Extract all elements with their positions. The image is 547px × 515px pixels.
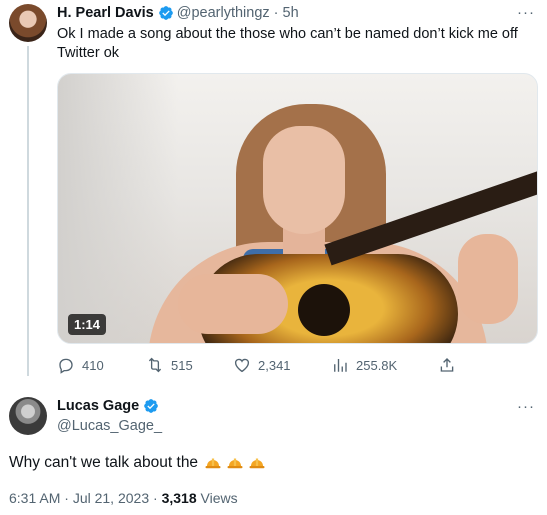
video-player[interactable]: 1:14 bbox=[57, 73, 538, 344]
thread-line bbox=[27, 46, 29, 376]
hard-hat-emoji-icon bbox=[227, 458, 243, 469]
separator-dot: · bbox=[153, 490, 158, 506]
retweet-icon bbox=[148, 357, 162, 373]
retweet-count: 515 bbox=[171, 357, 193, 373]
analytics-icon bbox=[334, 359, 347, 372]
share-button[interactable] bbox=[438, 356, 463, 374]
verified-badge-icon bbox=[144, 399, 159, 413]
views-button[interactable]: 255.8K bbox=[331, 356, 397, 374]
video-frame-face bbox=[263, 126, 345, 234]
reply-icon bbox=[59, 358, 73, 374]
tweet-actions: 410 515 2,341 255.8K bbox=[57, 356, 457, 376]
reply-count: 410 bbox=[82, 357, 104, 373]
tweet-metadata: 6:31 AM · Jul 21, 2023 · 3,318 Views bbox=[9, 490, 238, 506]
video-frame-hand bbox=[178, 274, 288, 334]
view-count: 255.8K bbox=[356, 357, 398, 373]
tweet-text-content: Why can't we talk about the bbox=[9, 454, 199, 471]
share-icon bbox=[440, 358, 454, 372]
tweet-header: H. Pearl Davis @pearlythingz · 5h bbox=[57, 5, 299, 21]
author-row: Lucas Gage bbox=[57, 398, 162, 414]
video-frame-soundhole bbox=[298, 284, 350, 336]
video-frame-hand bbox=[458, 234, 518, 324]
like-button[interactable]: 2,341 bbox=[233, 356, 291, 374]
more-options-icon[interactable]: ··· bbox=[517, 4, 535, 21]
author-name[interactable]: H. Pearl Davis bbox=[57, 5, 154, 21]
verified-badge-icon bbox=[158, 6, 173, 20]
author-name[interactable]: Lucas Gage bbox=[57, 398, 139, 414]
views-label: Views bbox=[200, 490, 238, 506]
like-count: 2,341 bbox=[258, 357, 291, 373]
author-handle[interactable]: @pearlythingz bbox=[177, 5, 270, 21]
views-count: 3,318 bbox=[161, 490, 197, 506]
hard-hat-emoji-icon bbox=[249, 458, 265, 469]
tweet-text: Why can't we talk about the bbox=[9, 454, 266, 472]
tweet-text: Ok I made a song about the those who can… bbox=[57, 26, 518, 61]
avatar[interactable] bbox=[9, 4, 47, 42]
tweet-time[interactable]: 5h bbox=[283, 5, 299, 21]
heart-icon bbox=[234, 358, 250, 373]
separator-dot: · bbox=[64, 490, 69, 506]
more-options-icon[interactable]: ··· bbox=[517, 398, 535, 415]
tweet-date[interactable]: Jul 21, 2023 bbox=[73, 490, 149, 506]
hard-hat-emoji-icon bbox=[205, 458, 221, 469]
author-handle[interactable]: @Lucas_Gage_ bbox=[57, 418, 162, 434]
avatar[interactable] bbox=[9, 397, 47, 435]
video-duration-badge: 1:14 bbox=[68, 314, 107, 335]
reply-button[interactable]: 410 bbox=[57, 356, 104, 374]
video-background bbox=[58, 74, 178, 343]
retweet-button[interactable]: 515 bbox=[146, 356, 193, 374]
tweet-time[interactable]: 6:31 AM bbox=[9, 490, 60, 506]
